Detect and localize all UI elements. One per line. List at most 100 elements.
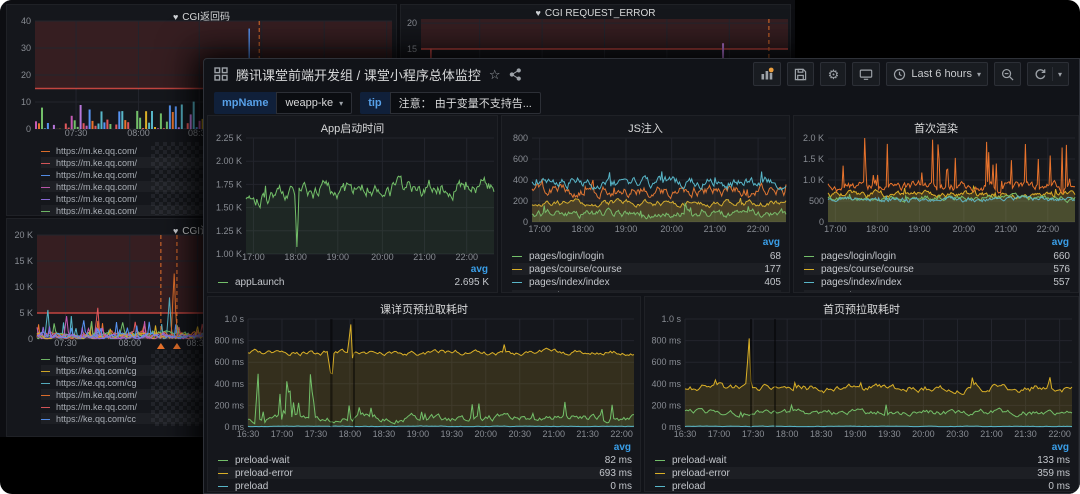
legend-item[interactable]: —pages/index/index557 <box>804 276 1070 288</box>
svg-text:400 ms: 400 ms <box>214 379 244 389</box>
series-dash-icon: — <box>41 158 50 168</box>
legend-avg-header[interactable]: avg <box>471 264 488 275</box>
series-dash-icon: — <box>804 291 814 294</box>
share-icon[interactable] <box>509 68 522 81</box>
series-dash-icon: — <box>218 277 228 288</box>
series-dash-icon: — <box>41 390 50 400</box>
legend-item[interactable]: —preload-wait133 ms <box>655 454 1070 466</box>
panel-app-launch[interactable]: App启动时间 2.25 K2.00 K1.75 K1.50 K1.25 K1.… <box>207 115 498 293</box>
svg-text:17:00: 17:00 <box>824 224 847 234</box>
legend-item[interactable]: —preload-error693 ms <box>218 467 632 479</box>
app-launch-chart[interactable]: 2.25 K2.00 K1.75 K1.50 K1.25 K1.00 K17:0… <box>208 116 498 293</box>
variables-row: mpName weapp-ke▾ tip 注意： 由于变量不支持告... <box>214 92 541 114</box>
svg-text:800 ms: 800 ms <box>214 336 244 346</box>
svg-text:200 ms: 200 ms <box>214 400 244 410</box>
legend-item[interactable]: —pages/… <box>512 290 781 293</box>
svg-text:22:00: 22:00 <box>610 429 633 439</box>
gear-icon: ⚙ <box>828 68 840 81</box>
series-dash-icon: — <box>218 481 228 492</box>
svg-text:1.0 s: 1.0 s <box>661 314 681 324</box>
svg-text:21:30: 21:30 <box>1014 429 1037 439</box>
dashboard-settings-button[interactable]: ⚙ <box>820 62 846 86</box>
series-dash-icon: — <box>41 182 50 192</box>
add-panel-button[interactable] <box>753 62 781 86</box>
legend-item[interactable]: —pages/login/login660 <box>804 250 1070 262</box>
svg-text:20:00: 20:00 <box>912 429 935 439</box>
panel-home-preload[interactable]: 首页预拉取耗时 1.0 s800 ms600 ms400 ms200 ms0 m… <box>644 296 1079 492</box>
svg-text:20: 20 <box>21 70 31 80</box>
series-dash-icon: — <box>41 414 50 424</box>
legend-avg-header[interactable]: avg <box>1052 442 1069 453</box>
svg-text:1.25 K: 1.25 K <box>216 226 242 236</box>
variable-label: tip <box>360 92 389 114</box>
svg-text:600 ms: 600 ms <box>214 357 244 367</box>
legend-item[interactable]: —preload-wait82 ms <box>218 454 632 466</box>
svg-text:1.5 K: 1.5 K <box>803 154 824 164</box>
svg-text:19:30: 19:30 <box>878 429 901 439</box>
legend-item[interactable]: —preload-error359 ms <box>655 467 1070 479</box>
series-dash-icon: — <box>512 291 522 294</box>
svg-text:21:30: 21:30 <box>576 429 599 439</box>
svg-text:0: 0 <box>28 334 33 344</box>
variable-tip[interactable]: tip 注意： 由于变量不支持告... <box>360 92 541 114</box>
svg-text:22:00: 22:00 <box>1037 224 1060 234</box>
toolbar: ⚙ Last 6 hours ▾ ▾ <box>753 62 1069 86</box>
time-range-label: Last 6 hours <box>911 68 972 80</box>
variable-label: mpName <box>214 92 276 114</box>
svg-text:10 K: 10 K <box>14 282 33 292</box>
legend-item[interactable]: —pages/course/course576 <box>804 263 1070 275</box>
svg-text:10: 10 <box>21 97 31 107</box>
save-dashboard-button[interactable] <box>787 62 814 86</box>
series-dash-icon: — <box>512 264 522 275</box>
chevron-down-icon: ▾ <box>977 70 981 79</box>
legend-item[interactable]: —preload0 ms <box>218 480 632 492</box>
favorite-star-icon[interactable]: ☆ <box>489 68 501 81</box>
legend-item[interactable]: —pages/index/index405 <box>512 276 781 288</box>
series-dash-icon: — <box>41 206 50 216</box>
svg-text:18:00: 18:00 <box>339 429 362 439</box>
svg-text:17:00: 17:00 <box>528 224 551 234</box>
svg-text:1.50 K: 1.50 K <box>216 203 242 213</box>
dashboards-grid-icon[interactable] <box>214 67 228 81</box>
svg-text:22:00: 22:00 <box>1048 429 1071 439</box>
panel-course-preload[interactable]: 课详页预拉取耗时 1.0 s800 ms600 ms400 ms200 ms0 … <box>207 296 641 492</box>
svg-text:30: 30 <box>21 43 31 53</box>
legend-item[interactable]: —pages/course/course177 <box>512 263 781 275</box>
svg-text:19:00: 19:00 <box>844 429 867 439</box>
legend-item[interactable]: —pages/login/login68 <box>512 250 781 262</box>
series-dash-icon: — <box>804 251 814 262</box>
zoom-out-button[interactable] <box>994 62 1021 86</box>
series-dash-icon: — <box>655 468 665 479</box>
legend-item[interactable]: —appLaunch2.695 K <box>218 276 489 288</box>
svg-text:16:30: 16:30 <box>237 429 260 439</box>
legend-item[interactable]: —pages/… <box>804 290 1070 293</box>
svg-text:800: 800 <box>513 133 528 143</box>
refresh-button[interactable]: ▾ <box>1027 62 1069 86</box>
svg-text:18:00: 18:00 <box>866 224 889 234</box>
legend-avg-header[interactable]: avg <box>614 442 631 453</box>
svg-text:20 K: 20 K <box>14 230 33 240</box>
legend-avg-header[interactable]: avg <box>1052 237 1069 248</box>
time-range-picker[interactable]: Last 6 hours ▾ <box>886 62 988 86</box>
svg-text:15 K: 15 K <box>14 256 33 266</box>
svg-text:600 ms: 600 ms <box>651 357 681 367</box>
panel-first-render[interactable]: 首次渲染 2.0 K1.5 K1.0 K500017:0018:0019:002… <box>793 115 1079 293</box>
dashboard-header: 腾讯课堂前端开发组 / 课堂小程序总体监控 ☆ ⚙ Last 6 hours <box>204 59 1079 89</box>
svg-text:17:30: 17:30 <box>742 429 765 439</box>
legend-avg-header[interactable]: avg <box>763 237 780 248</box>
series-dash-icon: — <box>41 402 50 412</box>
svg-text:2.00 K: 2.00 K <box>216 156 242 166</box>
variable-mpname-select[interactable]: weapp-ke▾ <box>276 92 352 114</box>
panel-js-inject[interactable]: JS注入 800600400200017:0018:0019:0020:0021… <box>501 115 790 293</box>
series-dash-icon: — <box>41 170 50 180</box>
svg-text:2.25 K: 2.25 K <box>216 133 242 143</box>
svg-text:400: 400 <box>513 175 528 185</box>
legend-item[interactable]: —preload0 ms <box>655 480 1070 492</box>
cycle-view-button[interactable] <box>852 62 880 86</box>
variable-tip-value[interactable]: 注意： 由于变量不支持告... <box>390 92 541 114</box>
svg-text:18:30: 18:30 <box>810 429 833 439</box>
svg-text:1.0 K: 1.0 K <box>803 175 824 185</box>
svg-text:08:00: 08:00 <box>127 128 150 138</box>
series-dash-icon: — <box>512 277 522 288</box>
variable-mpname[interactable]: mpName weapp-ke▾ <box>214 92 352 114</box>
